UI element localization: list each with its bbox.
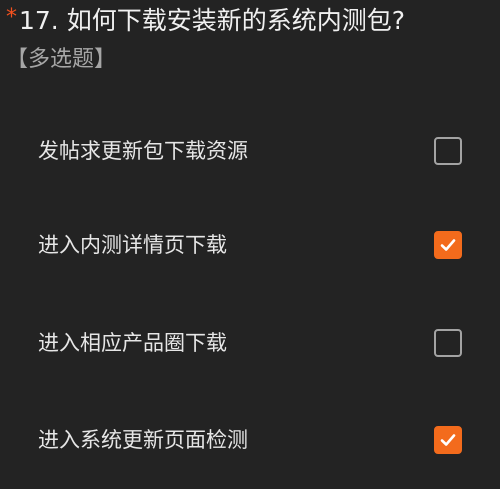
- option-label: 进入内测详情页下载: [38, 233, 227, 257]
- option-checkbox[interactable]: [434, 426, 462, 454]
- option-item-4[interactable]: 进入系统更新页面检测: [0, 410, 500, 470]
- question-type-label: 【多选题】: [6, 47, 117, 72]
- option-checkbox[interactable]: [434, 231, 462, 259]
- option-item-2[interactable]: 进入内测详情页下载: [0, 215, 500, 275]
- option-checkbox[interactable]: [434, 329, 462, 357]
- question-title-row: *17. 如何下载安装新的系统内测包?: [6, 3, 496, 41]
- checkmark-icon: [440, 239, 456, 251]
- option-item-1[interactable]: 发帖求更新包下载资源: [0, 121, 500, 181]
- option-label: 发帖求更新包下载资源: [38, 139, 248, 163]
- required-mark: *: [6, 5, 17, 30]
- option-label: 进入系统更新页面检测: [38, 428, 248, 452]
- checkmark-icon: [440, 434, 456, 446]
- option-item-3[interactable]: 进入相应产品圈下载: [0, 313, 500, 373]
- survey-question-page: *17. 如何下载安装新的系统内测包? 【多选题】 发帖求更新包下载资源 进入内…: [0, 0, 500, 489]
- option-label: 进入相应产品圈下载: [38, 331, 227, 355]
- question-title: 17. 如何下载安装新的系统内测包?: [19, 6, 405, 35]
- option-checkbox[interactable]: [434, 137, 462, 165]
